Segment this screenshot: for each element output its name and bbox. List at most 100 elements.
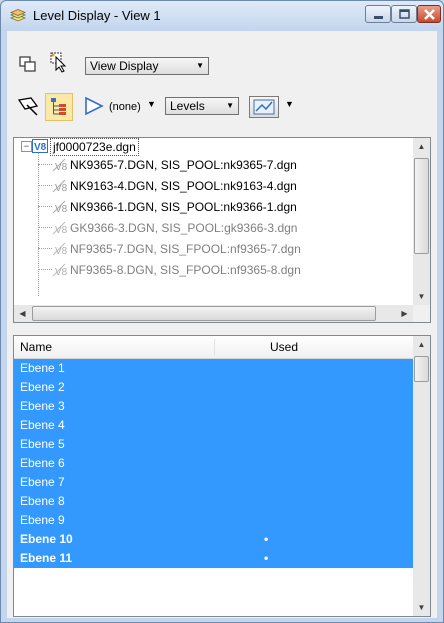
level-name: Ebene 6 bbox=[20, 456, 65, 470]
svg-text:V8: V8 bbox=[34, 142, 47, 153]
model-tree: − V8 jf0000723e.dgn V8 NK9365-7.DGN, SIS… bbox=[14, 138, 413, 305]
tree-view-toggle[interactable] bbox=[45, 93, 73, 121]
tree-item[interactable]: V8 NF9365-7.DGN, SIS_FPOOL:nf9365-7.dgn bbox=[52, 240, 301, 258]
chevron-down-icon[interactable]: ▼ bbox=[285, 99, 294, 109]
levels-dropdown-value: Levels bbox=[170, 99, 205, 113]
tree-item-label: NK9365-7.DGN, SIS_POOL:nk9365-7.dgn bbox=[70, 158, 297, 172]
window-title: Level Display - View 1 bbox=[33, 8, 161, 23]
tree-item-label: NK9163-4.DGN, SIS_POOL:nk9163-4.dgn bbox=[70, 179, 297, 193]
scroll-up-icon[interactable]: ▲ bbox=[413, 138, 430, 155]
table-row[interactable]: Ebene 11 • bbox=[14, 549, 417, 568]
scroll-thumb[interactable] bbox=[414, 356, 429, 382]
chevron-down-icon[interactable]: ▼ bbox=[147, 99, 156, 109]
view-display-value: View Display bbox=[90, 59, 159, 73]
level-name: Ebene 7 bbox=[20, 475, 65, 489]
tree-item[interactable]: V8 NK9366-1.DGN, SIS_POOL:nk9366-1.dgn bbox=[52, 198, 297, 216]
minimize-button[interactable] bbox=[365, 5, 391, 23]
scroll-down-icon[interactable]: ▼ bbox=[413, 599, 430, 616]
level-used: • bbox=[264, 551, 269, 565]
tree-connector bbox=[38, 269, 52, 270]
tree-connector bbox=[38, 185, 52, 186]
collapse-toggle[interactable]: − bbox=[21, 141, 32, 152]
close-icon bbox=[424, 9, 435, 20]
levels-vertical-scrollbar[interactable]: ▲ ▼ bbox=[413, 336, 430, 616]
tree-item[interactable]: V8 NF9365-8.DGN, SIS_FPOOL:nf9365-8.dgn bbox=[52, 261, 301, 279]
level-name: Ebene 3 bbox=[20, 399, 65, 413]
level-name: Ebene 11 bbox=[20, 551, 73, 565]
v8-reference-icon: V8 bbox=[52, 221, 68, 235]
column-header-used[interactable]: Used bbox=[270, 336, 298, 358]
maximize-icon bbox=[399, 9, 410, 19]
table-row[interactable]: Ebene 7 bbox=[14, 473, 417, 492]
scrollbar-corner bbox=[413, 305, 430, 322]
maximize-button[interactable] bbox=[391, 5, 417, 23]
scroll-up-icon[interactable]: ▲ bbox=[413, 336, 430, 353]
levels-list-panel: Name Used Ebene 1 Ebene 2 Ebene 3 Ebene … bbox=[13, 335, 431, 617]
hierarchy-icon bbox=[51, 98, 66, 115]
filter-icon[interactable] bbox=[83, 95, 105, 117]
scroll-thumb[interactable] bbox=[414, 158, 429, 254]
column-header-name[interactable]: Name bbox=[20, 336, 52, 358]
table-row[interactable]: Ebene 9 bbox=[14, 511, 417, 530]
view-groups-icon[interactable] bbox=[17, 53, 39, 75]
table-row[interactable]: Ebene 2 bbox=[14, 378, 417, 397]
v8-reference-icon: V8 bbox=[52, 242, 68, 256]
tree-item-label: NK9366-1.DGN, SIS_POOL:nk9366-1.dgn bbox=[70, 200, 297, 214]
scroll-right-icon[interactable]: ▶ bbox=[396, 305, 413, 322]
levels-table-header: Name Used bbox=[14, 336, 413, 359]
level-name: Ebene 10 bbox=[20, 532, 73, 546]
tree-item[interactable]: V8 NK9163-4.DGN, SIS_POOL:nk9163-4.dgn bbox=[52, 177, 297, 195]
table-row[interactable]: Ebene 6 bbox=[14, 454, 417, 473]
tree-item-label: NF9365-7.DGN, SIS_FPOOL:nf9365-7.dgn bbox=[70, 242, 301, 256]
table-row[interactable]: Ebene 8 bbox=[14, 492, 417, 511]
svg-text:V8: V8 bbox=[55, 162, 68, 172]
v8-reference-icon: V8 bbox=[52, 158, 68, 172]
svg-text:V8: V8 bbox=[55, 183, 68, 193]
tree-connector bbox=[38, 152, 39, 296]
level-name: Ebene 5 bbox=[20, 437, 65, 451]
tree-item[interactable]: V8 GK9366-3.DGN, SIS_POOL:gk9366-3.dgn bbox=[52, 219, 297, 237]
model-tree-panel: − V8 jf0000723e.dgn V8 NK9365-7.DGN, SIS… bbox=[13, 137, 431, 323]
view-display-dropdown[interactable]: View Display ▼ bbox=[85, 57, 209, 75]
chevron-down-icon: ▼ bbox=[226, 101, 234, 110]
level-name: Ebene 2 bbox=[20, 380, 65, 394]
levels-dropdown[interactable]: Levels ▼ bbox=[165, 97, 239, 115]
v8-reference-icon: V8 bbox=[52, 200, 68, 214]
v8-dgn-icon: V8 bbox=[32, 139, 48, 153]
tree-vertical-scrollbar[interactable]: ▲ ▼ bbox=[413, 138, 430, 305]
level-used: • bbox=[264, 532, 269, 546]
title-bar[interactable]: Level Display - View 1 bbox=[1, 1, 443, 31]
column-divider[interactable] bbox=[214, 339, 215, 355]
level-name: Ebene 1 bbox=[20, 361, 65, 375]
svg-text:V8: V8 bbox=[55, 267, 68, 277]
svg-text:V8: V8 bbox=[55, 246, 68, 256]
close-button[interactable] bbox=[417, 5, 441, 23]
table-row[interactable]: Ebene 1 bbox=[14, 359, 417, 378]
level-name: Ebene 8 bbox=[20, 494, 65, 508]
window-client-area: View Display ▼ (none) ▼ Levels ▼ ▼ − V8 … bbox=[7, 31, 437, 618]
minimize-icon bbox=[374, 16, 383, 19]
svg-text:V8: V8 bbox=[55, 204, 68, 214]
chevron-down-icon: ▼ bbox=[196, 61, 204, 70]
tree-root-label[interactable]: jf0000723e.dgn bbox=[50, 138, 139, 156]
levels-table-body: Ebene 1 Ebene 2 Ebene 3 Ebene 4 Ebene 5 … bbox=[14, 359, 417, 616]
select-view-icon[interactable] bbox=[49, 51, 71, 73]
level-display-options-button[interactable] bbox=[249, 96, 279, 118]
scroll-down-icon[interactable]: ▼ bbox=[413, 288, 430, 305]
scroll-thumb[interactable] bbox=[32, 306, 376, 321]
level-name: Ebene 4 bbox=[20, 418, 65, 432]
tree-item[interactable]: V8 NK9365-7.DGN, SIS_POOL:nk9365-7.dgn bbox=[52, 156, 297, 174]
tree-horizontal-scrollbar[interactable]: ◀ ▶ bbox=[14, 305, 413, 322]
v8-reference-icon: V8 bbox=[52, 179, 68, 193]
pointer-pen-icon[interactable] bbox=[17, 95, 39, 117]
level-stack-icon bbox=[10, 9, 26, 22]
tree-connector bbox=[38, 227, 52, 228]
table-row[interactable]: Ebene 4 bbox=[14, 416, 417, 435]
level-name: Ebene 9 bbox=[20, 513, 65, 527]
table-row[interactable]: Ebene 5 bbox=[14, 435, 417, 454]
filter-value[interactable]: (none) bbox=[109, 101, 141, 113]
display-settings-icon bbox=[253, 99, 275, 115]
scroll-left-icon[interactable]: ◀ bbox=[14, 305, 31, 322]
table-row[interactable]: Ebene 3 bbox=[14, 397, 417, 416]
table-row[interactable]: Ebene 10 • bbox=[14, 530, 417, 549]
